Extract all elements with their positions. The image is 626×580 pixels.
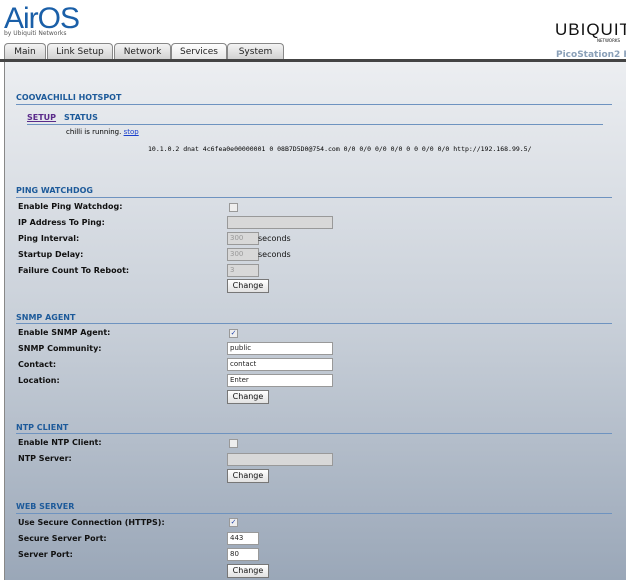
server-port-input[interactable]: 80 (227, 548, 259, 561)
enable-snmp-checkbox[interactable]: ✓ (229, 329, 238, 338)
tab-services[interactable]: Services (171, 43, 227, 60)
seconds-label: seconds (258, 250, 291, 259)
tab-setup-link[interactable]: SETUP (27, 113, 56, 122)
ping-change-button[interactable]: Change (227, 279, 269, 293)
content-area (4, 62, 626, 580)
tab-network[interactable]: Network (114, 43, 171, 60)
divider (16, 323, 612, 324)
section-title-ntp: NTP CLIENT (16, 423, 69, 432)
tab-link-setup[interactable]: Link Setup (47, 43, 113, 60)
location-input[interactable]: Enter (227, 374, 333, 387)
web-change-button[interactable]: Change (227, 564, 269, 578)
ntp-change-button[interactable]: Change (227, 469, 269, 483)
logo-subtitle: by Ubiquiti Networks (4, 30, 67, 37)
enable-ping-checkbox[interactable] (229, 203, 238, 212)
divider (27, 124, 603, 125)
enable-snmp-label: Enable SNMP Agent: (18, 328, 111, 337)
header: AirOS by Ubiquiti Networks UBIQUITI NETW… (0, 0, 626, 60)
startup-delay-input[interactable]: 300 (227, 248, 259, 261)
location-label: Location: (18, 376, 60, 385)
secure-port-label: Secure Server Port: (18, 534, 107, 543)
section-title-web: WEB SERVER (16, 502, 75, 511)
tab-status-label: STATUS (64, 113, 98, 122)
snmp-change-button[interactable]: Change (227, 390, 269, 404)
seconds-label: seconds (258, 234, 291, 243)
tab-main[interactable]: Main (4, 43, 46, 60)
ubiquiti-logo-sub: NETWORKS (597, 38, 621, 43)
enable-ntp-checkbox[interactable] (229, 439, 238, 448)
failure-count-label: Failure Count To Reboot: (18, 266, 130, 275)
ping-interval-input[interactable]: 300 (227, 232, 259, 245)
contact-input[interactable]: contact (227, 358, 333, 371)
divider (16, 104, 612, 105)
divider (16, 433, 612, 434)
contact-label: Contact: (18, 360, 57, 369)
failure-count-input[interactable]: 3 (227, 264, 259, 277)
ip-to-ping-input[interactable] (227, 216, 333, 229)
stop-link[interactable]: stop (124, 128, 139, 136)
snmp-community-label: SNMP Community: (18, 344, 102, 353)
section-title-ping: PING WATCHDOG (16, 186, 93, 195)
enable-ntp-label: Enable NTP Client: (18, 438, 102, 447)
status-text: chilli is running. stop (66, 128, 139, 136)
ubiquiti-logo: UBIQUITI (555, 20, 626, 39)
secure-port-input[interactable]: 443 (227, 532, 259, 545)
enable-ping-label: Enable Ping Watchdog: (18, 202, 123, 211)
ntp-server-input[interactable] (227, 453, 333, 466)
server-port-label: Server Port: (18, 550, 73, 559)
section-title-snmp: SNMP AGENT (16, 313, 76, 322)
https-label: Use Secure Connection (HTTPS): (18, 518, 165, 527)
https-checkbox[interactable]: ✓ (229, 518, 238, 527)
ip-to-ping-label: IP Address To Ping: (18, 218, 105, 227)
divider (16, 197, 612, 198)
ntp-server-label: NTP Server: (18, 454, 72, 463)
divider (16, 513, 612, 514)
startup-delay-label: Startup Delay: (18, 250, 84, 259)
session-line: 10.1.0.2 dnat 4c6fea0e00000001 0 08B7D5D… (148, 145, 532, 153)
section-title-hotspot: COOVACHILLI HOTSPOT (16, 93, 122, 102)
ping-interval-label: Ping Interval: (18, 234, 80, 243)
snmp-community-input[interactable]: public (227, 342, 333, 355)
tab-system[interactable]: System (227, 43, 284, 60)
